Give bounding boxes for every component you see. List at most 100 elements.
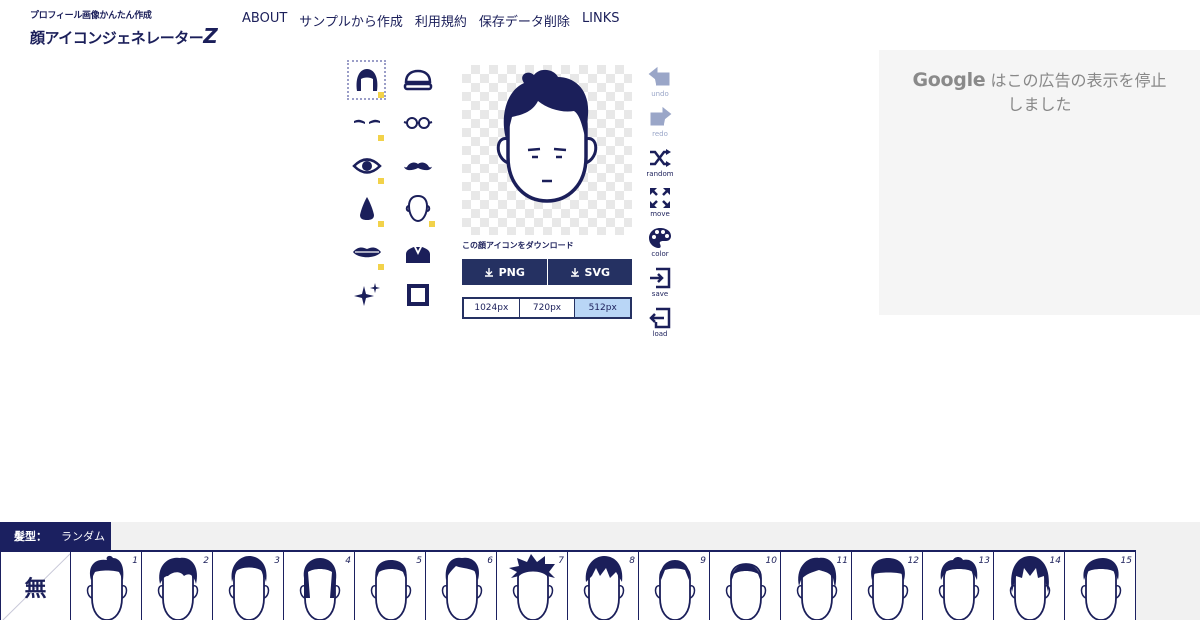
part-hat[interactable] xyxy=(398,60,437,100)
ad-placeholder: Google はこの広告の表示を停止 しました xyxy=(879,50,1200,315)
download-buttons: PNG SVG xyxy=(462,259,632,285)
hairstyle-strip: 無 1 2 3 4 5 6 7 8 9 10 11 12 13 14 15 xyxy=(0,550,1136,620)
nav-about[interactable]: ABOUT xyxy=(242,11,287,30)
download-icon xyxy=(484,268,493,277)
hairstyle-option[interactable]: 1 xyxy=(71,552,142,620)
edited-flag xyxy=(378,264,384,270)
palette-icon xyxy=(649,228,671,248)
avatar-preview[interactable] xyxy=(462,65,632,235)
download-icon xyxy=(570,268,579,277)
random-button[interactable]: random xyxy=(646,146,674,182)
google-logo-text: Google xyxy=(912,69,986,91)
save-button[interactable]: save xyxy=(646,266,674,302)
part-glasses[interactable] xyxy=(398,103,437,143)
hairstyle-thumbnail-icon xyxy=(509,554,555,620)
edited-flag xyxy=(378,221,384,227)
hairstyle-thumbnail-icon xyxy=(157,557,199,620)
nav-sample[interactable]: サンプルから作成 xyxy=(299,11,403,30)
size-option-720[interactable]: 720px xyxy=(520,299,576,317)
part-effects[interactable] xyxy=(347,275,386,315)
hairstyle-thumbnail-icon xyxy=(1080,558,1122,620)
hairstyle-option[interactable]: 13 xyxy=(923,552,994,620)
shuffle-icon xyxy=(650,149,671,167)
hairstyle-option[interactable]: 10 xyxy=(710,552,781,620)
hairstyle-thumbnail-icon xyxy=(299,558,341,620)
part-eyebrows[interactable] xyxy=(347,103,386,143)
nose-icon xyxy=(359,197,374,220)
hairstyle-none[interactable]: 無 xyxy=(0,552,71,620)
hat-icon xyxy=(403,69,432,91)
undo-label: undo xyxy=(651,90,669,98)
logo-title-text: 顔アイコンジェネレーター xyxy=(30,29,204,47)
save-icon xyxy=(650,267,671,289)
hairstyle-option[interactable]: 5 xyxy=(355,552,426,620)
hairstyle-option[interactable]: 8 xyxy=(568,552,639,620)
face-outline-icon xyxy=(405,194,430,223)
move-icon xyxy=(650,188,670,208)
ad-message-line1: Google はこの広告の表示を停止 xyxy=(879,68,1200,93)
random-hairstyle-link[interactable]: ランダム xyxy=(61,528,105,544)
hairstyle-option[interactable]: 4 xyxy=(284,552,355,620)
ad-message-line2: しました xyxy=(1007,95,1072,114)
frame-icon xyxy=(406,284,429,306)
part-background[interactable] xyxy=(398,275,437,315)
download-caption: この顔アイコンをダウンロード xyxy=(462,241,574,250)
parts-palette xyxy=(347,60,437,315)
hair-icon xyxy=(356,69,377,91)
svg-label: SVG xyxy=(584,265,610,279)
eye-icon xyxy=(351,158,382,174)
part-nose[interactable] xyxy=(347,189,386,229)
download-svg-button[interactable]: SVG xyxy=(547,259,632,285)
hairstyle-thumbnail-icon xyxy=(583,556,625,620)
logo-z: Z xyxy=(203,24,218,48)
site-logo[interactable]: プロフィール画像かんたん作成 顔アイコンジェネレーターZ xyxy=(30,8,218,48)
main-nav: ABOUT サンプルから作成 利用規約 保存データ削除 LINKS xyxy=(242,11,620,30)
hairstyle-option[interactable]: 12 xyxy=(852,552,923,620)
hairstyle-thumbnail-icon xyxy=(654,560,696,620)
hairstyle-option[interactable]: 6 xyxy=(426,552,497,620)
hairstyle-option[interactable]: 11 xyxy=(781,552,852,620)
hairstyle-option[interactable]: 7 xyxy=(497,552,568,620)
lips-icon xyxy=(352,247,381,258)
png-label: PNG xyxy=(498,265,525,279)
load-label: load xyxy=(652,330,668,338)
color-button[interactable]: color xyxy=(646,226,674,262)
undo-button[interactable]: undo xyxy=(646,66,674,102)
hairstyle-thumbnail-icon xyxy=(867,558,909,620)
hairstyle-option[interactable]: 2 xyxy=(142,552,213,620)
download-png-button[interactable]: PNG xyxy=(462,259,548,285)
hairstyle-option[interactable]: 3 xyxy=(213,552,284,620)
redo-button[interactable]: redo xyxy=(646,106,674,142)
edited-flag xyxy=(378,135,384,141)
hairstyle-option[interactable]: 9 xyxy=(639,552,710,620)
hairstyle-thumbnail-icon xyxy=(370,560,412,620)
size-option-512[interactable]: 512px xyxy=(575,299,631,317)
sparkle-icon xyxy=(353,283,380,306)
hairstyle-option[interactable]: 15 xyxy=(1065,552,1136,620)
part-clothes[interactable] xyxy=(398,232,437,272)
nav-terms[interactable]: 利用規約 xyxy=(415,11,467,30)
random-label: random xyxy=(646,170,674,178)
part-mouth[interactable] xyxy=(347,232,386,272)
nav-delete-data[interactable]: 保存データ削除 xyxy=(479,11,570,30)
part-face-outline[interactable] xyxy=(398,189,437,229)
color-label: color xyxy=(651,250,669,258)
none-label: 無 xyxy=(24,577,47,602)
move-label: move xyxy=(650,210,670,218)
nav-links[interactable]: LINKS xyxy=(582,11,620,30)
save-label: save xyxy=(651,290,669,298)
suit-icon xyxy=(405,247,430,263)
part-eyes[interactable] xyxy=(347,146,386,186)
tool-column: undo redo random move color save load xyxy=(646,66,674,342)
hairstyle-thumbnail-icon xyxy=(725,563,767,620)
part-mustache[interactable] xyxy=(398,146,437,186)
hairstyle-thumbnail-icon xyxy=(86,555,128,620)
undo-icon xyxy=(648,66,670,86)
size-option-1024[interactable]: 1024px xyxy=(464,299,520,317)
load-button[interactable]: load xyxy=(646,306,674,342)
hairstyle-thumbnail-icon xyxy=(938,557,980,620)
part-hair[interactable] xyxy=(347,60,386,100)
hairstyle-option[interactable]: 14 xyxy=(994,552,1065,620)
move-button[interactable]: move xyxy=(646,186,674,222)
ad-text-1: はこの広告の表示を停止 xyxy=(990,71,1167,90)
